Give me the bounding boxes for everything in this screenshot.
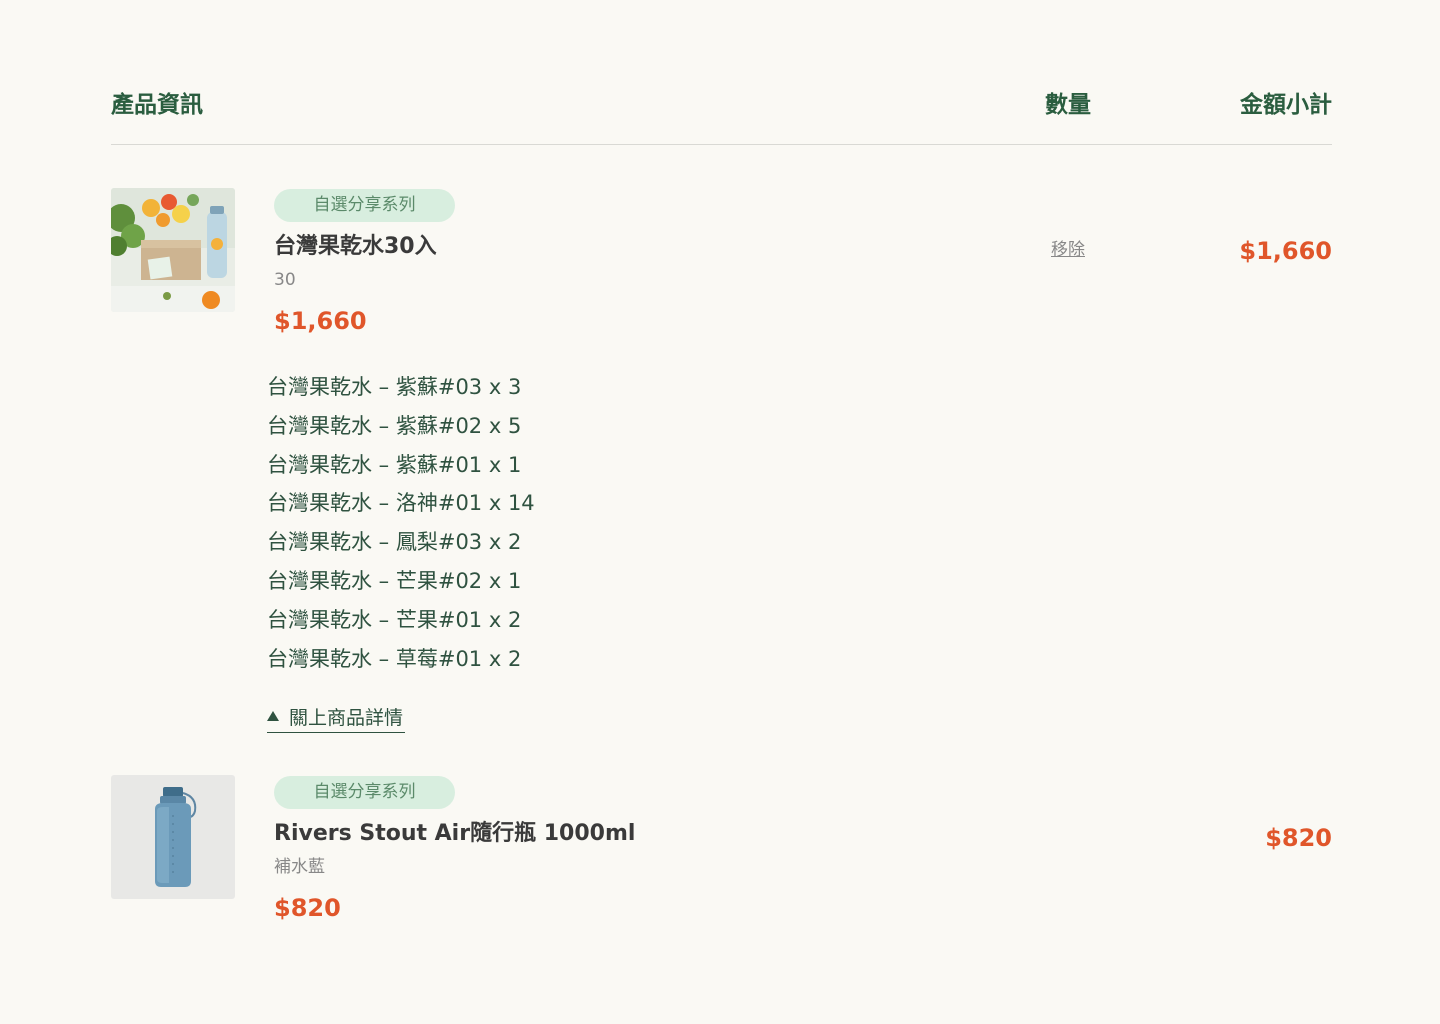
header-quantity: 數量	[1045, 92, 1091, 118]
product-image[interactable]	[111, 188, 235, 312]
series-tag: 自選分享系列	[274, 189, 455, 222]
detail-item: 台灣果乾水 – 芒果#02 x 1	[267, 568, 522, 593]
header-subtotal: 金額小計	[1240, 92, 1332, 118]
product-variant: 30	[274, 270, 296, 290]
product-details-list: 台灣果乾水 – 紫蘇#03 x 3 台灣果乾水 – 紫蘇#02 x 5 台灣果乾…	[267, 368, 535, 678]
cart-header: 產品資訊 數量 金額小計	[111, 88, 1332, 145]
product-name[interactable]: Rivers Stout Air隨行瓶 1000ml	[274, 819, 635, 849]
detail-item: 台灣果乾水 – 紫蘇#03 x 3	[267, 375, 522, 399]
collapse-details-toggle[interactable]: 關上商品詳情	[267, 700, 406, 733]
detail-item: 台灣果乾水 – 鳳梨#03 x 2	[267, 530, 522, 555]
detail-item: 台灣果乾水 – 芒果#01 x 2	[267, 607, 522, 632]
product-price: $1,660	[274, 307, 367, 335]
series-tag: 自選分享系列	[274, 776, 455, 809]
detail-item: 台灣果乾水 – 紫蘇#01 x 1	[267, 452, 522, 477]
collapse-details-label: 關上商品詳情	[289, 706, 404, 729]
product-price: $820	[274, 894, 341, 922]
blue-water-bottle-photo-icon	[111, 775, 235, 899]
detail-item: 台灣果乾水 – 紫蘇#02 x 5	[267, 413, 522, 438]
detail-item: 台灣果乾水 – 草莓#01 x 2	[267, 646, 522, 671]
remove-button[interactable]: 移除	[1051, 238, 1085, 262]
product-image[interactable]	[111, 775, 235, 899]
fruit-water-gift-box-photo-icon	[111, 188, 235, 312]
triangle-up-icon	[267, 711, 279, 721]
header-product-info: 產品資訊	[111, 92, 203, 118]
product-variant: 補水藍	[274, 857, 325, 877]
product-name[interactable]: 台灣果乾水30入	[274, 232, 437, 262]
item-subtotal: $820	[1265, 824, 1332, 852]
item-subtotal: $1,660	[1239, 237, 1332, 265]
detail-item: 台灣果乾水 – 洛神#01 x 14	[267, 491, 535, 516]
